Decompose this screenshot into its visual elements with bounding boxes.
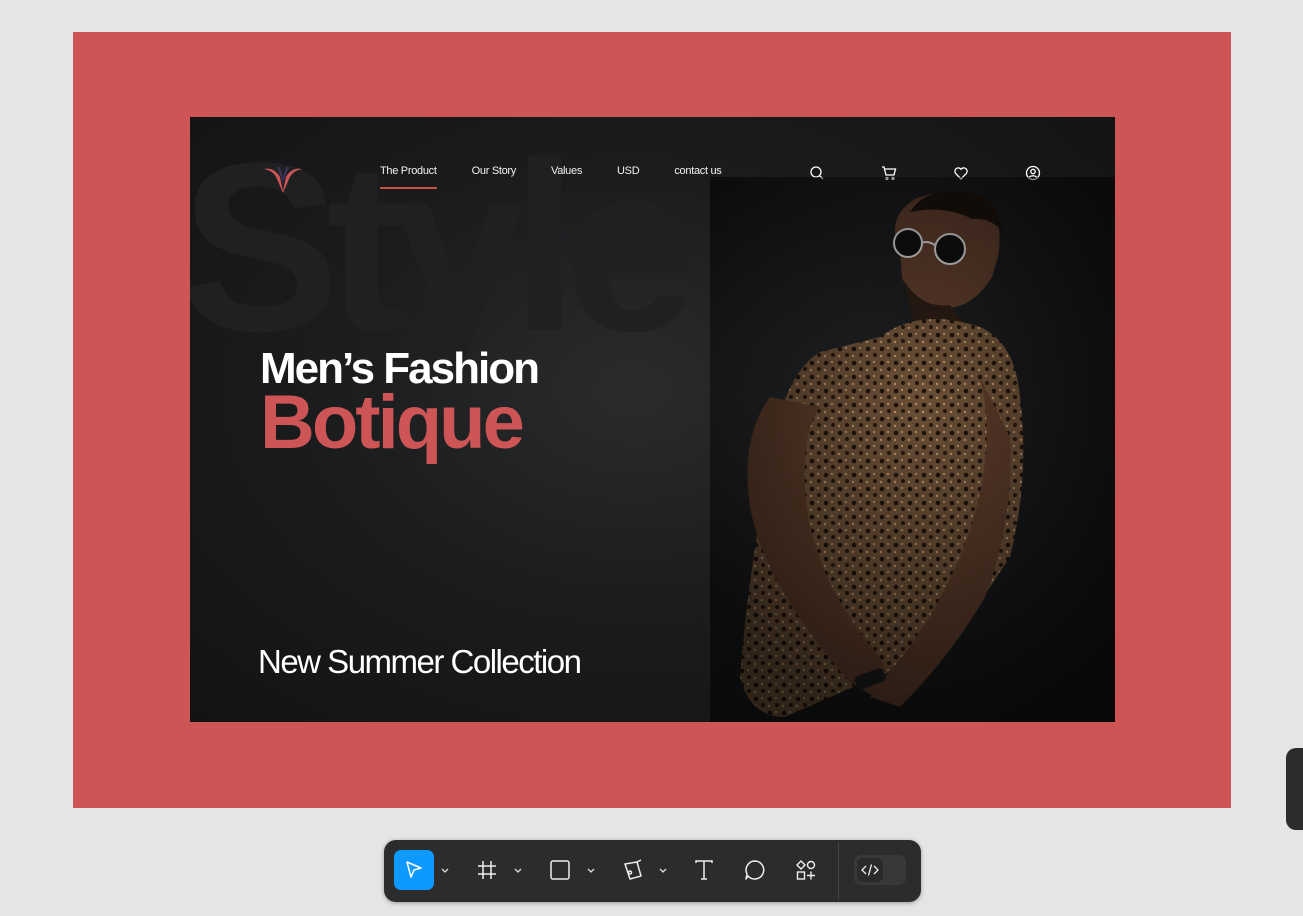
hero-banner: Style The Product Our Story Values USD c… <box>190 117 1115 722</box>
nav-item-the-product[interactable]: The Product <box>380 165 437 189</box>
text-tool[interactable] <box>684 850 724 890</box>
main-nav: The Product Our Story Values USD contact… <box>380 165 757 189</box>
design-toolbar <box>384 840 921 902</box>
toolbar-divider <box>838 842 839 900</box>
nav-item-currency[interactable]: USD <box>617 165 640 189</box>
pen-tool[interactable] <box>613 850 653 890</box>
move-tool[interactable] <box>394 850 434 890</box>
code-icon <box>861 864 879 876</box>
comment-tool[interactable] <box>735 850 775 890</box>
chevron-down-icon[interactable] <box>513 865 523 875</box>
nav-item-our-story[interactable]: Our Story <box>472 165 517 189</box>
hero-title-accent: Botique <box>260 380 525 465</box>
dev-mode-toggle[interactable] <box>854 855 906 885</box>
side-panel-tab[interactable] <box>1286 748 1303 830</box>
brand-logo[interactable] <box>262 163 304 193</box>
shape-tool[interactable] <box>540 850 580 890</box>
model-photo <box>710 177 1115 722</box>
pen-icon <box>624 859 642 880</box>
shapes-icon <box>796 860 816 880</box>
hero-headline: Men’s Fashion Botique <box>260 347 540 465</box>
actions-tool[interactable] <box>786 850 826 890</box>
dev-mode-knob <box>857 858 883 882</box>
nav-item-values[interactable]: Values <box>551 165 582 189</box>
chevron-down-icon[interactable] <box>586 865 596 875</box>
comment-icon <box>745 860 765 880</box>
text-icon <box>695 860 713 880</box>
frame-tool[interactable] <box>467 850 507 890</box>
hero-subtitle: New Summer Collection <box>258 643 582 680</box>
square-icon <box>550 860 570 880</box>
chevron-down-icon[interactable] <box>440 865 450 875</box>
chevron-down-icon[interactable] <box>658 865 668 875</box>
cursor-icon <box>406 861 422 878</box>
hash-icon <box>478 861 496 879</box>
